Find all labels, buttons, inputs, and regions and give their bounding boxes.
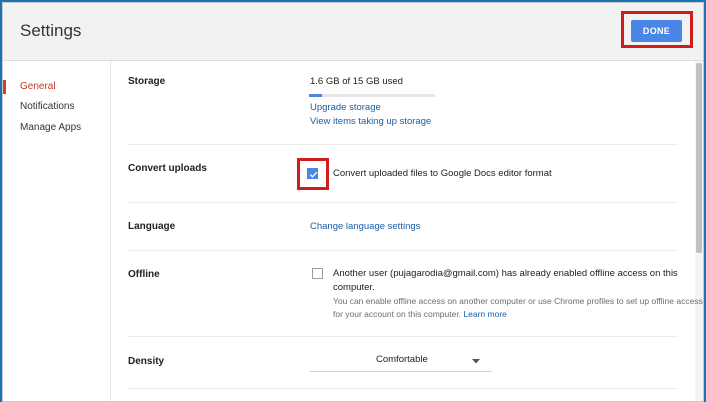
density-dropdown[interactable]: Comfortable <box>310 351 492 372</box>
view-storage-items-link[interactable]: View items taking up storage <box>310 116 431 127</box>
divider <box>128 336 678 337</box>
sidebar-item-general[interactable]: General <box>3 77 110 97</box>
divider <box>128 144 678 145</box>
divider <box>128 388 678 389</box>
dialog-header: Settings DONE <box>3 3 703 61</box>
dropdown-arrow-icon <box>472 359 480 364</box>
divider <box>128 202 678 203</box>
divider <box>128 250 678 251</box>
offline-text-line1: Another user (pujagarodia@gmail.com) has… <box>333 268 678 279</box>
offline-description-text: You can enable offline access on another… <box>333 296 703 319</box>
done-button[interactable]: DONE <box>631 20 682 42</box>
scrollbar[interactable] <box>695 61 703 401</box>
storage-label: Storage <box>128 76 166 87</box>
offline-label: Offline <box>128 269 160 280</box>
offline-checkbox[interactable] <box>312 268 323 279</box>
convert-uploads-text: Convert uploaded files to Google Docs ed… <box>333 168 552 179</box>
scrollbar-thumb[interactable] <box>696 63 702 253</box>
storage-usage-bar <box>309 94 435 97</box>
offline-text-line2: computer. <box>333 282 375 293</box>
sidebar-item-notifications[interactable]: Notifications <box>3 97 110 117</box>
change-language-link[interactable]: Change language settings <box>310 221 420 232</box>
upgrade-storage-link[interactable]: Upgrade storage <box>310 102 381 113</box>
storage-usage-text: 1.6 GB of 15 GB used <box>310 76 403 87</box>
settings-dialog: Settings DONE General Notifications Mana… <box>2 2 704 402</box>
sidebar-item-manage-apps[interactable]: Manage Apps <box>3 118 110 138</box>
page-title: Settings <box>20 21 82 40</box>
language-label: Language <box>128 221 176 232</box>
storage-usage-fill <box>309 94 323 97</box>
density-label: Density <box>128 356 165 367</box>
density-value: Comfortable <box>376 354 428 365</box>
convert-uploads-label: Convert uploads <box>128 163 207 174</box>
offline-description: You can enable offline access on another… <box>333 295 703 321</box>
learn-more-link[interactable]: Learn more <box>463 309 506 319</box>
sidebar: General Notifications Manage Apps <box>3 61 111 401</box>
convert-uploads-checkbox[interactable] <box>307 168 318 179</box>
checkmark-icon <box>309 171 318 178</box>
